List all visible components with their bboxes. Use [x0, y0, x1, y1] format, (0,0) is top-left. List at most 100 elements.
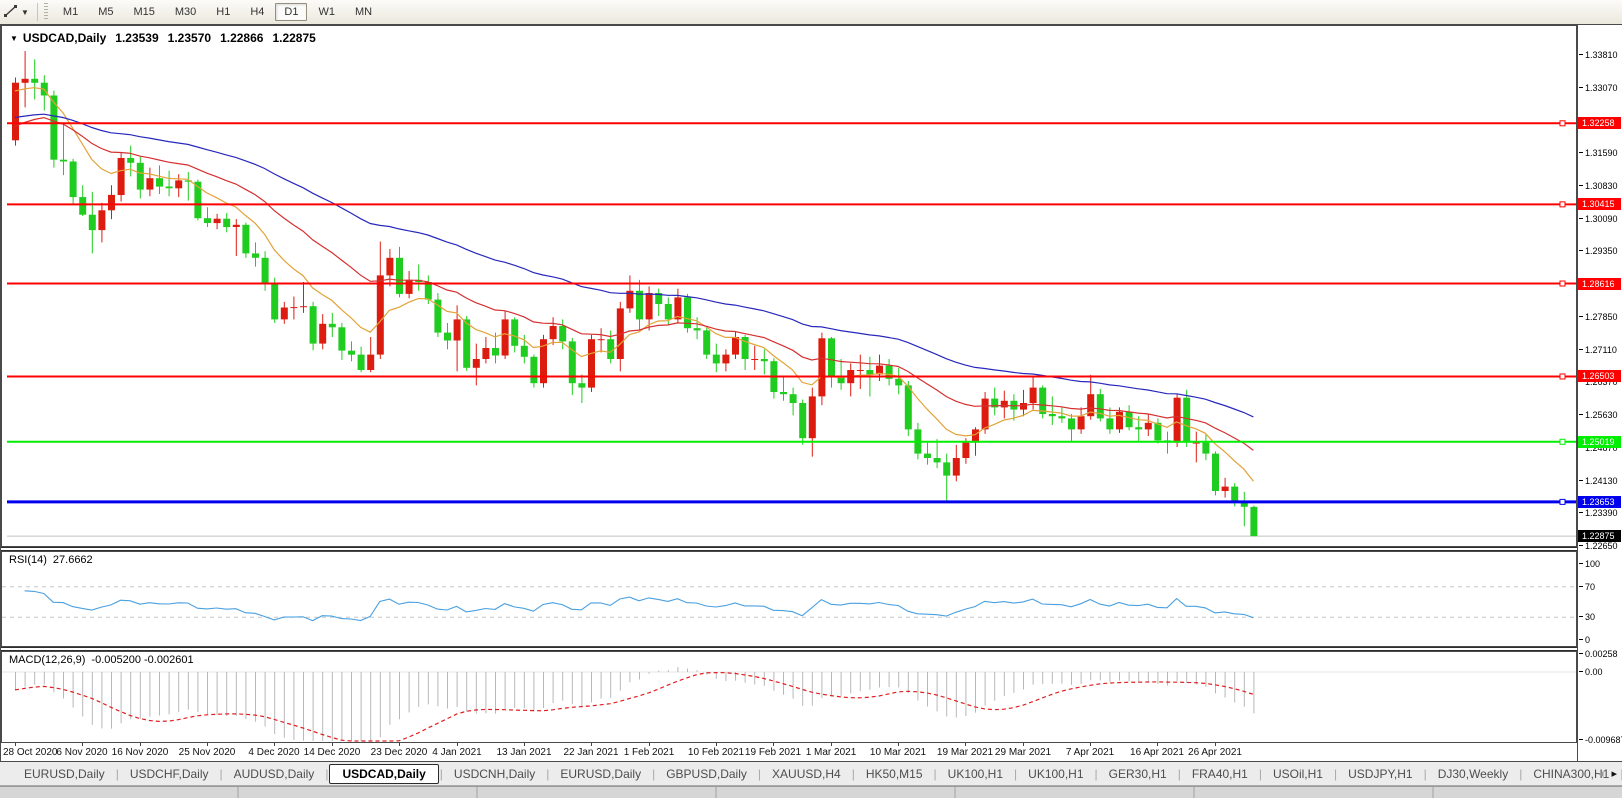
time-axis-tick — [716, 743, 717, 746]
chart-window: 28 Oct 20206 Nov 202016 Nov 202025 Nov 2… — [0, 24, 1622, 762]
axis-tick-label: -0.009687 — [1579, 735, 1622, 745]
axis-tick-label: 1.29350 — [1579, 246, 1618, 256]
timeframe-toolbar: ▼ M1M5M15M30H1H4D1W1MN — [0, 0, 1622, 24]
timeframe-button-m30[interactable]: M30 — [166, 3, 205, 21]
time-axis-tick — [140, 743, 141, 746]
symbol-tab-eurusd-daily[interactable]: EURUSD,Daily — [550, 765, 651, 783]
macd-indicator-label: MACD(12,26,9)-0.005200 -0.002601 — [9, 654, 194, 666]
tab-scroll-arrows: ◂▸ — [1598, 767, 1617, 780]
symbol-tab-xauusd-h4[interactable]: XAUUSD,H4 — [762, 765, 851, 783]
symbol-tab-usdcad-daily[interactable]: USDCAD,Daily — [329, 764, 438, 784]
tab-separator: | — [652, 767, 655, 781]
axis-tick-label: 1.23390 — [1579, 508, 1618, 518]
symbol-tab-uk100-h1[interactable]: UK100,H1 — [938, 765, 1013, 783]
macd-values: -0.005200 -0.002601 — [91, 654, 193, 666]
axis-tick-label: 0.00 — [1579, 667, 1603, 677]
symbol-tab-usdchf-daily[interactable]: USDCHF,Daily — [120, 765, 219, 783]
time-axis-label: 6 Nov 2020 — [56, 747, 107, 758]
timeframe-button-w1[interactable]: W1 — [309, 3, 344, 21]
symbol-tab-gbpusd-daily[interactable]: GBPUSD,Daily — [656, 765, 757, 783]
triangle-down-icon[interactable]: ▼ — [10, 34, 18, 43]
symbol-tab-eurusd-daily[interactable]: EURUSD,Daily — [14, 765, 115, 783]
chart-title: ▼ USDCAD,Daily 1.23539 1.23570 1.22866 1… — [10, 31, 316, 45]
mt4-window: ▼ M1M5M15M30H1H4D1W1MN 28 Oct 20206 Nov … — [0, 0, 1622, 798]
symbol-tab-ger30-h1[interactable]: GER30,H1 — [1099, 765, 1177, 783]
toolbar-grip[interactable] — [44, 3, 48, 21]
time-axis-tick — [524, 743, 525, 746]
symbol-tab-audusd-daily[interactable]: AUDUSD,Daily — [224, 765, 325, 783]
time-axis[interactable]: 28 Oct 20206 Nov 202016 Nov 202025 Nov 2… — [1, 743, 1577, 761]
macd-pane-canvas[interactable] — [1, 651, 1577, 743]
axis-tick-label: 1.30830 — [1579, 181, 1618, 191]
time-axis-label: 13 Jan 2021 — [496, 747, 551, 758]
axis-tick-label: 1.31590 — [1579, 148, 1618, 158]
trendline-tool-icon — [3, 4, 18, 21]
axis-tick-label: 30 — [1579, 612, 1595, 622]
price-line-label: 1.22875 — [1578, 530, 1621, 542]
time-axis-tick — [591, 743, 592, 746]
tab-separator: | — [220, 767, 223, 781]
tab-separator: | — [934, 767, 937, 781]
tab-separator: | — [1178, 767, 1181, 781]
bottom-strip — [0, 786, 1622, 798]
symbol-tab-dj30-weekly[interactable]: DJ30,Weekly — [1428, 765, 1518, 783]
time-axis-tick — [207, 743, 208, 746]
tab-separator: | — [758, 767, 761, 781]
price-line-label: 1.28616 — [1578, 278, 1621, 290]
time-axis-tick — [82, 743, 83, 746]
time-axis-label: 26 Apr 2021 — [1188, 747, 1242, 758]
time-axis-label: 23 Dec 2020 — [371, 747, 428, 758]
timeframe-button-h4[interactable]: H4 — [241, 3, 273, 21]
timeframe-button-h1[interactable]: H1 — [207, 3, 239, 21]
timeframe-button-d1[interactable]: D1 — [275, 3, 307, 21]
time-axis-label: 1 Feb 2021 — [624, 747, 675, 758]
time-axis-label: 10 Feb 2021 — [688, 747, 744, 758]
time-axis-label: 19 Mar 2021 — [937, 747, 993, 758]
tab-scroll-right-icon[interactable]: ▸ — [1611, 767, 1617, 780]
time-axis-tick — [649, 743, 650, 746]
tab-separator: | — [116, 767, 119, 781]
time-axis-tick — [457, 743, 458, 746]
time-axis-tick — [1157, 743, 1158, 746]
ohlc-high: 1.23570 — [168, 31, 211, 45]
tab-separator: | — [440, 767, 443, 781]
timeframe-buttons: M1M5M15M30H1H4D1W1MN — [53, 3, 382, 21]
time-axis-tick — [831, 743, 832, 746]
axis-tick-label: 0.00258 — [1579, 649, 1618, 659]
tab-separator: | — [546, 767, 549, 781]
symbol-tab-uk100-h1[interactable]: UK100,H1 — [1018, 765, 1093, 783]
time-axis-tick — [898, 743, 899, 746]
price-axis[interactable]: 1.338101.330701.315901.308301.300901.293… — [1577, 25, 1622, 761]
time-axis-label: 25 Nov 2020 — [179, 747, 236, 758]
axis-tick-label: 100 — [1579, 559, 1600, 569]
ohlc-close: 1.22875 — [272, 31, 315, 45]
time-axis-tick — [332, 743, 333, 746]
price-line-label: 1.23653 — [1578, 496, 1621, 508]
price-line-label: 1.30415 — [1578, 198, 1621, 210]
trendline-tool-button[interactable]: ▼ — [0, 4, 33, 21]
timeframe-button-mn[interactable]: MN — [346, 3, 381, 21]
timeframe-button-m5[interactable]: M5 — [89, 3, 122, 21]
ohlc-low: 1.22866 — [220, 31, 263, 45]
time-axis-label: 29 Mar 2021 — [995, 747, 1051, 758]
tab-separator: | — [1095, 767, 1098, 781]
time-axis-tick — [1023, 743, 1024, 746]
symbol-tab-fra40-h1[interactable]: FRA40,H1 — [1182, 765, 1258, 783]
tab-separator: | — [1519, 767, 1522, 781]
price-line-label: 1.26503 — [1578, 370, 1621, 382]
symbol-tab-usdjpy-h1[interactable]: USDJPY,H1 — [1338, 765, 1422, 783]
symbol-tab-hk50-m15[interactable]: HK50,M15 — [856, 765, 933, 783]
time-axis-tick — [1090, 743, 1091, 746]
tab-scroll-left-icon[interactable]: ◂ — [1598, 767, 1604, 780]
timeframe-button-m15[interactable]: M15 — [124, 3, 163, 21]
ohlc-open: 1.23539 — [115, 31, 158, 45]
tab-separator: | — [1259, 767, 1262, 781]
tab-separator: | — [852, 767, 855, 781]
axis-tick-label: 1.33810 — [1579, 50, 1618, 60]
chart-symbol: USDCAD,Daily — [23, 31, 106, 45]
symbol-tab-usdcnh-daily[interactable]: USDCNH,Daily — [444, 765, 545, 783]
timeframe-button-m1[interactable]: M1 — [54, 3, 87, 21]
main-chart-canvas[interactable] — [1, 25, 1577, 547]
symbol-tab-usoil-h1[interactable]: USOil,H1 — [1263, 765, 1333, 783]
rsi-pane-canvas[interactable] — [1, 551, 1577, 647]
